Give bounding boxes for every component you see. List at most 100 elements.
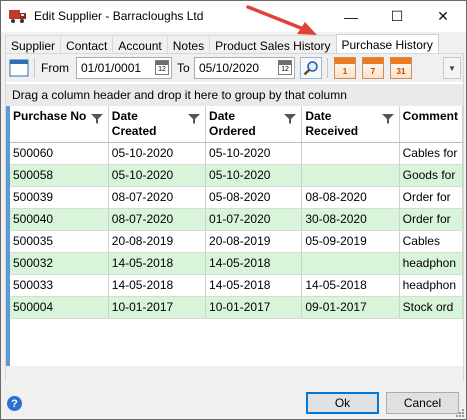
header-label: Comment bbox=[402, 109, 458, 123]
window-view-icon[interactable] bbox=[8, 57, 30, 79]
cell-date-received[interactable] bbox=[301, 252, 400, 275]
column-header-comment[interactable]: Comment bbox=[399, 106, 463, 143]
title-bar: Edit Supplier - Barracloughs Ltd — ☐ ✕ bbox=[1, 1, 466, 32]
toolbar-overflow-button[interactable]: ▼ bbox=[443, 57, 461, 79]
group-by-panel[interactable]: Drag a column header and drop it here to… bbox=[6, 84, 463, 106]
table-row[interactable]: 500058 05-10-2020 05-10-2020 Goods for bbox=[10, 164, 463, 187]
cell-date-received[interactable]: 09-01-2017 bbox=[301, 296, 400, 319]
search-icon bbox=[303, 61, 318, 76]
table-row[interactable]: 500032 14-05-2018 14-05-2018 headphon bbox=[10, 252, 463, 275]
resize-grip-icon[interactable] bbox=[454, 407, 464, 417]
quick-31-days-button[interactable]: 31 bbox=[390, 57, 412, 79]
to-calendar-icon[interactable]: 12 bbox=[278, 60, 292, 75]
cell-comment[interactable]: Order for bbox=[399, 186, 463, 209]
header-label: Date bbox=[209, 109, 236, 123]
cell-date-received[interactable] bbox=[301, 142, 400, 165]
cell-date-ordered[interactable]: 14-05-2018 bbox=[205, 252, 303, 275]
column-header-purchase-no[interactable]: Purchase No bbox=[10, 106, 109, 143]
quick-1-day-button[interactable]: 1 bbox=[334, 57, 356, 79]
cell-purchase-no[interactable]: 500032 bbox=[10, 252, 109, 275]
cell-purchase-no[interactable]: 500060 bbox=[10, 142, 109, 165]
calendar-day-label: 12 bbox=[281, 66, 289, 73]
cell-purchase-no[interactable]: 500033 bbox=[10, 274, 109, 297]
cell-date-ordered[interactable]: 14-05-2018 bbox=[205, 274, 303, 297]
header-label-line2: Ordered bbox=[209, 124, 256, 138]
help-icon[interactable]: ? bbox=[7, 396, 22, 411]
cell-date-created[interactable]: 08-07-2020 bbox=[108, 208, 207, 231]
cell-date-ordered[interactable]: 01-07-2020 bbox=[205, 208, 303, 231]
toolbar: From 01/01/0001 12 To 05/10/2020 12 1 7 … bbox=[6, 54, 463, 82]
close-button[interactable]: ✕ bbox=[420, 1, 466, 32]
cell-date-created[interactable]: 05-10-2020 bbox=[108, 142, 207, 165]
filter-icon[interactable] bbox=[90, 113, 103, 125]
table-row[interactable]: 500033 14-05-2018 14-05-2018 14-05-2018 head… bbox=[10, 274, 463, 297]
table-row[interactable]: 500060 05-10-2020 05-10-2020 Cables for bbox=[10, 142, 463, 165]
column-header-date-created[interactable]: Date Created bbox=[108, 106, 207, 143]
cell-purchase-no[interactable]: 500058 bbox=[10, 164, 109, 187]
ok-button[interactable]: Ok bbox=[306, 392, 379, 414]
cell-date-created[interactable]: 08-07-2020 bbox=[108, 186, 207, 209]
table-row[interactable]: 500004 10-01-2017 10-01-2017 09-01-2017 Stoc… bbox=[10, 296, 463, 319]
cell-comment[interactable]: Goods for bbox=[399, 164, 463, 187]
tab-strip: Supplier Contact Account Notes Product S… bbox=[5, 34, 439, 54]
grid-row-indicator bbox=[6, 106, 10, 366]
from-date-field[interactable]: 01/01/0001 12 bbox=[76, 57, 172, 79]
maximize-button[interactable]: ☐ bbox=[374, 1, 420, 32]
table-row[interactable]: 500039 08-07-2020 05-08-2020 08-08-2020 Orde… bbox=[10, 186, 463, 209]
filter-icon[interactable] bbox=[188, 113, 201, 125]
cell-date-received[interactable]: 05-09-2019 bbox=[301, 230, 400, 253]
header-row: Purchase No Date Created Date Ordered Date… bbox=[10, 106, 463, 143]
filter-icon[interactable] bbox=[284, 113, 297, 125]
purchase-history-grid: Purchase No Date Created Date Ordered Date… bbox=[6, 106, 463, 366]
column-header-date-ordered[interactable]: Date Ordered bbox=[205, 106, 303, 143]
to-date-field[interactable]: 05/10/2020 12 bbox=[194, 57, 295, 79]
quick-7-label: 7 bbox=[370, 67, 376, 76]
toolbar-separator bbox=[327, 58, 328, 78]
tab-account[interactable]: Account bbox=[112, 35, 168, 54]
minimize-button[interactable]: — bbox=[328, 1, 374, 32]
minimize-icon: — bbox=[344, 8, 358, 25]
cell-date-ordered[interactable]: 20-08-2019 bbox=[205, 230, 303, 253]
cell-date-received[interactable] bbox=[301, 164, 400, 187]
cell-comment[interactable]: Stock ord bbox=[399, 296, 463, 319]
cell-date-created[interactable]: 14-05-2018 bbox=[108, 274, 207, 297]
table-row[interactable]: 500035 20-08-2019 20-08-2019 05-09-2019 Cabl… bbox=[10, 230, 463, 253]
cell-date-ordered[interactable]: 05-10-2020 bbox=[205, 164, 303, 187]
cancel-button[interactable]: Cancel bbox=[386, 392, 459, 414]
cell-purchase-no[interactable]: 500040 bbox=[10, 208, 109, 231]
cell-comment[interactable]: Cables bbox=[399, 230, 463, 253]
search-button[interactable] bbox=[300, 57, 322, 79]
tab-purchase-history[interactable]: Purchase History bbox=[335, 34, 439, 54]
cell-comment[interactable]: headphon bbox=[399, 274, 463, 297]
cell-date-received[interactable]: 08-08-2020 bbox=[301, 186, 400, 209]
cell-purchase-no[interactable]: 500039 bbox=[10, 186, 109, 209]
quick-7-days-button[interactable]: 7 bbox=[362, 57, 384, 79]
tab-contact[interactable]: Contact bbox=[60, 35, 114, 54]
cell-comment[interactable]: Cables for bbox=[399, 142, 463, 165]
table-row[interactable]: 500040 08-07-2020 01-07-2020 30-08-2020 Orde… bbox=[10, 208, 463, 231]
cell-comment[interactable]: Order for bbox=[399, 208, 463, 231]
cell-date-ordered[interactable]: 05-08-2020 bbox=[205, 186, 303, 209]
cell-date-received[interactable]: 30-08-2020 bbox=[301, 208, 400, 231]
cell-date-created[interactable]: 10-01-2017 bbox=[108, 296, 207, 319]
cell-purchase-no[interactable]: 500004 bbox=[10, 296, 109, 319]
cell-date-received[interactable]: 14-05-2018 bbox=[301, 274, 400, 297]
header-label: Purchase No bbox=[13, 109, 87, 123]
horizontal-scrollbar[interactable] bbox=[6, 366, 463, 381]
cell-date-created[interactable]: 14-05-2018 bbox=[108, 252, 207, 275]
column-header-date-received[interactable]: Date Received bbox=[301, 106, 400, 143]
maximize-icon: ☐ bbox=[390, 8, 404, 24]
cell-date-created[interactable]: 05-10-2020 bbox=[108, 164, 207, 187]
tab-notes[interactable]: Notes bbox=[166, 35, 211, 54]
cell-date-created[interactable]: 20-08-2019 bbox=[108, 230, 207, 253]
tab-product-sales-history[interactable]: Product Sales History bbox=[209, 35, 337, 54]
window-title: Edit Supplier - Barracloughs Ltd bbox=[34, 9, 204, 23]
cell-purchase-no[interactable]: 500035 bbox=[10, 230, 109, 253]
tab-supplier[interactable]: Supplier bbox=[5, 35, 62, 54]
group-by-hint: Drag a column header and drop it here to… bbox=[12, 88, 347, 102]
from-calendar-icon[interactable]: 12 bbox=[155, 60, 169, 75]
cell-date-ordered[interactable]: 05-10-2020 bbox=[205, 142, 303, 165]
cell-comment[interactable]: headphon bbox=[399, 252, 463, 275]
cell-date-ordered[interactable]: 10-01-2017 bbox=[205, 296, 303, 319]
filter-icon[interactable] bbox=[381, 113, 394, 125]
